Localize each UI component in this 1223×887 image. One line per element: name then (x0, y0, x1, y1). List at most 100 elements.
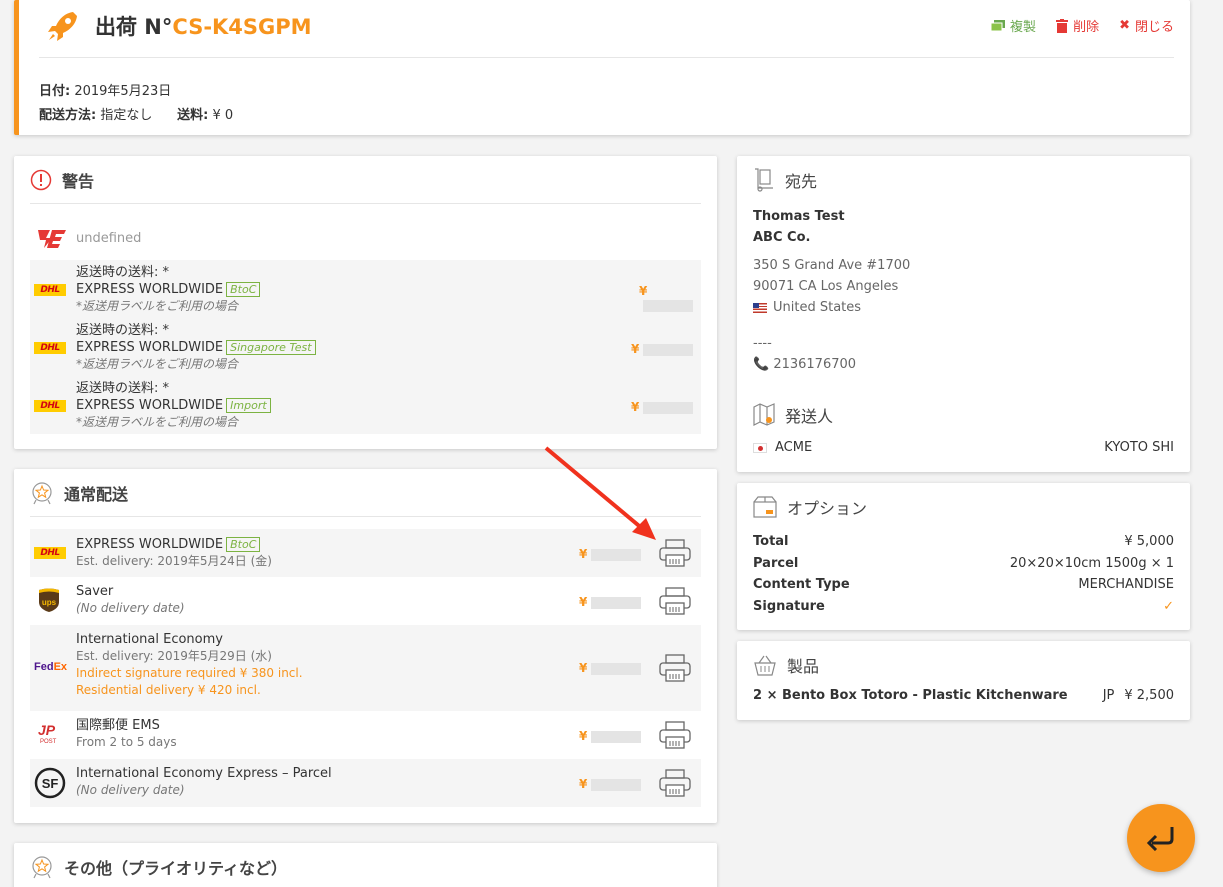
products-title-text: 製品 (787, 657, 820, 676)
rate-price: ¥ (579, 547, 642, 561)
service-tag: Import (226, 398, 271, 413)
price-currency: ¥ (579, 595, 588, 609)
dhl-logo-icon: DHL (34, 547, 66, 559)
close-label: 閉じる (1134, 20, 1174, 35)
price-redacted (643, 343, 694, 356)
sender-name-line: ACME (753, 440, 812, 455)
close-button[interactable]: ✖ 閉じる (1119, 16, 1174, 35)
printer-icon (659, 587, 691, 615)
surcharge-residential: Residential delivery ¥ 420 incl. (76, 683, 261, 697)
us-flag-icon (753, 302, 767, 313)
rate-label: 返送時の送料: * (76, 323, 170, 338)
address-card: 宛先 Thomas Test ABC Co. 350 S Grand Ave #… (737, 156, 1190, 472)
delete-button[interactable]: 削除 (1056, 16, 1099, 35)
delivery-estimate: (No delivery date) (76, 601, 185, 615)
price-redacted (591, 730, 642, 743)
print-label-button[interactable] (658, 538, 692, 572)
product-name: 2 × Bento Box Totoro - Plastic Kitchenwa… (753, 688, 1068, 703)
rate-note: *返送用ラベルをご利用の場合 (76, 357, 239, 371)
parcel-value: 20×20×10cm 1500g × 1 (1009, 555, 1174, 571)
recipient-name: Thomas Test (753, 209, 845, 224)
jppost-logo-icon: JP POST (36, 721, 64, 749)
content-type-label: Content Type (753, 577, 850, 592)
date-label: 日付: (39, 84, 71, 99)
delete-label: 削除 (1073, 20, 1100, 35)
delivery-estimate: Est. delivery: 2019年5月24日 (金) (76, 554, 272, 568)
total-value: ¥ 5,000 (1124, 534, 1174, 549)
close-icon: ✖ (1119, 18, 1130, 33)
recipient-title-text: 宛先 (785, 172, 818, 191)
page-title: 出荷 N°CS-K4SGPM (95, 11, 312, 41)
rate-row-ups[interactable]: ups Saver (No delivery date) ¥ (30, 577, 701, 625)
warning-carrier-text: undefined (76, 231, 142, 246)
warning-rate-row: DHL 返送時の送料: * EXPRESS WORLDWIDE Import *返… (30, 380, 701, 436)
copy-icon (991, 19, 1006, 31)
phone-icon: 📞 (753, 357, 770, 372)
rate-price: ¥ (631, 342, 694, 356)
print-label-button[interactable] (658, 720, 692, 754)
rate-price: ¥ (639, 284, 701, 312)
dhl-logo-icon: DHL (34, 400, 66, 412)
products-title: 製品 (753, 653, 819, 677)
duplicate-button[interactable]: 複製 (991, 16, 1036, 35)
back-button[interactable] (1127, 804, 1195, 872)
fedex-logo-icon: FedEx (34, 661, 68, 673)
ups-logo-icon: ups (38, 587, 60, 617)
print-label-button[interactable] (658, 768, 692, 802)
alert-icon (30, 169, 52, 191)
print-label-button[interactable] (658, 653, 692, 687)
service-name: International Economy Express – Parcel (76, 766, 332, 781)
price-currency: ¥ (631, 342, 640, 356)
rate-row-fedex[interactable]: FedEx International Economy Est. deliver… (30, 625, 701, 711)
warning-card: 警告 undefined DHL 返送時の送料: * EXPRESS WORLD… (14, 156, 717, 449)
rate-price: ¥ (631, 400, 694, 414)
delivery-estimate: From 2 to 5 days (76, 735, 177, 749)
service-name: International Economy (76, 632, 223, 647)
svg-text:ups: ups (42, 598, 57, 607)
rate-note: *返送用ラベルをご利用の場合 (76, 415, 239, 429)
rate-row-jppost[interactable]: JP POST 国際郵便 EMS From 2 to 5 days ¥ (30, 711, 701, 759)
normal-title: 通常配送 (30, 481, 128, 505)
price-redacted (591, 778, 642, 791)
service-name: Saver (76, 584, 114, 599)
content-type-value: MERCHANDISE (1078, 577, 1174, 592)
price-redacted (643, 401, 694, 414)
printer-icon (659, 654, 691, 682)
price-currency: ¥ (579, 729, 588, 743)
service-tag: BtoC (226, 282, 261, 297)
delivery-estimate: Est. delivery: 2019年5月29日 (水) (76, 649, 272, 663)
sender-title-text: 発送人 (785, 407, 834, 426)
other-title-text: その他（プライオリティなど） (64, 859, 288, 878)
fee-label: 送料: (177, 108, 209, 123)
recipient-separator: ---- (753, 336, 772, 351)
printer-icon (659, 769, 691, 797)
parcel-label: Parcel (753, 555, 799, 571)
annotation-arrow (544, 446, 656, 540)
date-value: 2019年5月23日 (74, 84, 172, 99)
award-icon (32, 482, 52, 505)
dhl-logo-icon: DHL (34, 284, 66, 296)
recipient-address1: 350 S Grand Ave #1700 (753, 258, 911, 273)
recipient-title: 宛先 (753, 168, 817, 192)
return-arrow-icon (1146, 827, 1174, 851)
sender-name: ACME (775, 440, 813, 455)
title-prefix: 出荷 N° (95, 15, 173, 39)
rate-row-sf[interactable]: SF International Economy Express – Parce… (30, 759, 701, 807)
print-label-button[interactable] (658, 586, 692, 620)
total-label: Total (753, 534, 789, 549)
other-shipping-card: その他（プライオリティなど） (14, 843, 717, 887)
recipient-phone: 2136176700 (773, 357, 857, 372)
shipment-code: CS-K4SGPM (172, 15, 312, 39)
price-currency: ¥ (631, 400, 640, 414)
sender-title: 発送人 (753, 403, 833, 427)
recipient-address2: 90071 CA Los Angeles (753, 279, 899, 294)
fee-value: ¥ 0 (212, 108, 234, 123)
options-title: オプション (753, 495, 867, 519)
rocket-icon (43, 6, 83, 50)
service-name: EXPRESS WORLDWIDE (76, 340, 224, 355)
dhl-logo-icon: DHL (34, 342, 66, 354)
delivery-estimate: (No delivery date) (76, 783, 185, 797)
trash-icon (1056, 18, 1069, 33)
header-divider (39, 57, 1174, 58)
service-name: EXPRESS WORLDWIDE (76, 282, 224, 297)
